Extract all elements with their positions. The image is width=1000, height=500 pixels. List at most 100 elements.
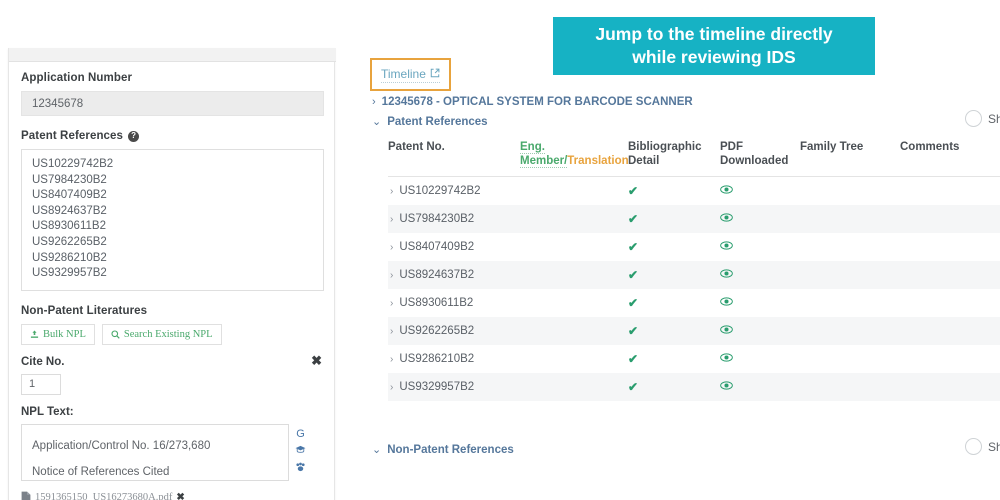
patent-references-label-text: Patent References xyxy=(21,130,124,142)
npl-text-line-1: Application/Control No. 16/273,680 xyxy=(32,439,211,452)
table-row[interactable]: › US9262265B2 ✔ xyxy=(388,317,1000,345)
eye-icon[interactable] xyxy=(720,241,733,253)
row-pdf-downloaded[interactable] xyxy=(720,353,800,365)
timeline-link-label: Timeline xyxy=(381,67,426,81)
patent-references-show-toggle[interactable]: Show xyxy=(964,110,1000,127)
paw-icon[interactable] xyxy=(295,462,306,475)
table-row[interactable]: › US8407409B2 ✔ xyxy=(388,233,1000,261)
eye-icon[interactable] xyxy=(720,269,733,281)
row-patent-no[interactable]: › US9329957B2 xyxy=(388,381,520,393)
attached-file-row[interactable]: 1591365150_US16273680A.pdf ✖ xyxy=(21,491,324,500)
table-row[interactable]: › US7984230B2 ✔ xyxy=(388,205,1000,233)
chevron-right-icon: › xyxy=(390,269,394,281)
row-pdf-downloaded[interactable] xyxy=(720,213,800,225)
row-pdf-downloaded[interactable] xyxy=(720,185,800,197)
row-patent-no[interactable]: › US9286210B2 xyxy=(388,353,520,365)
table-row[interactable]: › US9286210B2 ✔ xyxy=(388,345,1000,373)
ids-form-card: Application Number 12345678 Patent Refer… xyxy=(8,48,336,500)
chevron-right-icon: › xyxy=(390,381,394,393)
row-bibliographic-detail[interactable]: ✔ xyxy=(628,352,720,366)
chevron-down-icon: ⌄ xyxy=(372,116,382,128)
close-icon[interactable]: ✖ xyxy=(311,354,322,367)
bulk-npl-button[interactable]: Bulk NPL xyxy=(21,323,95,345)
row-bibliographic-detail[interactable]: ✔ xyxy=(628,184,720,198)
npl-side-icon-group: G xyxy=(295,424,306,481)
row-patent-no-label: US9262265B2 xyxy=(399,325,475,337)
eye-icon[interactable] xyxy=(720,297,733,309)
non-patent-literatures-label: Non-Patent Literatures xyxy=(21,305,324,317)
column-header-eng-member: Eng. Member/ xyxy=(520,141,568,168)
search-existing-npl-button[interactable]: Search Existing NPL xyxy=(101,323,222,345)
chevron-right-icon: › xyxy=(390,185,394,197)
row-bibliographic-detail[interactable]: ✔ xyxy=(628,296,720,310)
table-row[interactable]: › US8930611B2 ✔ xyxy=(388,289,1000,317)
eye-icon[interactable] xyxy=(720,353,733,365)
table-row[interactable]: › US10229742B2 ✔ xyxy=(388,177,1000,205)
screenshot-root: Application Number 12345678 Patent Refer… xyxy=(0,0,1000,500)
row-bibliographic-detail[interactable]: ✔ xyxy=(628,212,720,226)
non-patent-references-show-toggle[interactable]: Show xyxy=(964,438,1000,455)
row-patent-no[interactable]: › US8924637B2 xyxy=(388,269,520,281)
help-circle-icon[interactable]: ? xyxy=(128,130,140,142)
eye-icon[interactable] xyxy=(720,185,733,197)
row-patent-no[interactable]: › US8930611B2 xyxy=(388,297,520,309)
column-header-bibliographic-detail[interactable]: Bibliographic Detail xyxy=(628,140,720,168)
timeline-link[interactable]: Timeline xyxy=(381,67,440,83)
row-patent-no[interactable]: › US10229742B2 xyxy=(388,185,520,197)
npl-text-line-2: Notice of References Cited xyxy=(32,465,170,478)
row-patent-no-label: US9286210B2 xyxy=(399,353,475,365)
cite-no-value: 1 xyxy=(29,378,36,391)
row-bibliographic-detail[interactable]: ✔ xyxy=(628,380,720,394)
non-patent-literatures-label-text: Non-Patent Literatures xyxy=(21,304,148,317)
list-item: US7984230B2 xyxy=(32,173,107,186)
google-icon[interactable]: G xyxy=(296,428,305,440)
row-bibliographic-detail[interactable]: ✔ xyxy=(628,240,720,254)
row-pdf-downloaded[interactable] xyxy=(720,297,800,309)
application-number-input[interactable]: 12345678 xyxy=(21,91,324,116)
eye-icon[interactable] xyxy=(720,381,733,393)
row-pdf-downloaded[interactable] xyxy=(720,269,800,281)
eye-icon[interactable] xyxy=(720,213,733,225)
row-pdf-downloaded[interactable] xyxy=(720,241,800,253)
patent-references-section-header[interactable]: ⌄ Patent References xyxy=(372,115,488,129)
patent-references-list[interactable]: US10229742B2 US7984230B2 US8407409B2 US8… xyxy=(21,149,324,291)
card-top-strip xyxy=(9,48,336,62)
patent-references-label: Patent References ? xyxy=(21,130,324,142)
column-header-comments[interactable]: Comments xyxy=(900,140,1000,168)
row-bibliographic-detail[interactable]: ✔ xyxy=(628,324,720,338)
toggle-label: Show xyxy=(987,439,1000,454)
search-icon xyxy=(111,330,120,339)
npl-text-input[interactable]: Application/Control No. 16/273,680 Notic… xyxy=(21,423,289,481)
list-item: US8924637B2 xyxy=(32,204,107,217)
eye-icon[interactable] xyxy=(720,325,733,337)
toggle-knob xyxy=(964,110,982,127)
application-title-row[interactable]: › 12345678 - OPTICAL SYSTEM FOR BARCODE … xyxy=(372,96,693,108)
non-patent-references-section-header[interactable]: ⌄ Non-Patent References xyxy=(372,443,514,457)
toggle-label: Show xyxy=(987,111,1000,126)
graduation-cap-icon[interactable] xyxy=(295,445,306,457)
column-header-eng-member-translation[interactable]: Eng. Member/Translation xyxy=(520,140,629,168)
row-pdf-downloaded[interactable] xyxy=(720,381,800,393)
table-row[interactable]: › US8924637B2 ✔ xyxy=(388,261,1000,289)
cite-no-input[interactable]: 1 xyxy=(21,373,61,395)
callout-banner-line-1: Jump to the timeline directly xyxy=(595,24,833,44)
row-patent-no-label: US8407409B2 xyxy=(399,241,475,253)
close-icon[interactable]: ✖ xyxy=(176,492,184,500)
row-bibliographic-detail[interactable]: ✔ xyxy=(628,268,720,282)
patent-references-section-label: Patent References xyxy=(387,115,488,128)
column-header-family-tree[interactable]: Family Tree xyxy=(800,140,900,168)
row-pdf-downloaded[interactable] xyxy=(720,325,800,337)
check-icon: ✔ xyxy=(628,184,639,198)
chevron-down-icon: ⌄ xyxy=(372,444,382,456)
callout-banner-line-2: while reviewing IDS xyxy=(632,47,796,67)
row-patent-no[interactable]: › US8407409B2 xyxy=(388,241,520,253)
npl-entry: ✖ Cite No. 1 NPL Text: Application/Contr… xyxy=(21,354,324,500)
column-header-patent-no[interactable]: Patent No. xyxy=(388,140,520,168)
list-item: US8407409B2 xyxy=(32,189,107,202)
row-patent-no-label: US9329957B2 xyxy=(399,381,475,393)
column-header-pdf-downloaded[interactable]: PDF Downloaded xyxy=(720,140,800,168)
table-row[interactable]: › US9329957B2 ✔ xyxy=(388,373,1000,401)
row-patent-no[interactable]: › US7984230B2 xyxy=(388,213,520,225)
row-patent-no[interactable]: › US9262265B2 xyxy=(388,325,520,337)
npl-text-label: NPL Text: xyxy=(21,405,74,418)
